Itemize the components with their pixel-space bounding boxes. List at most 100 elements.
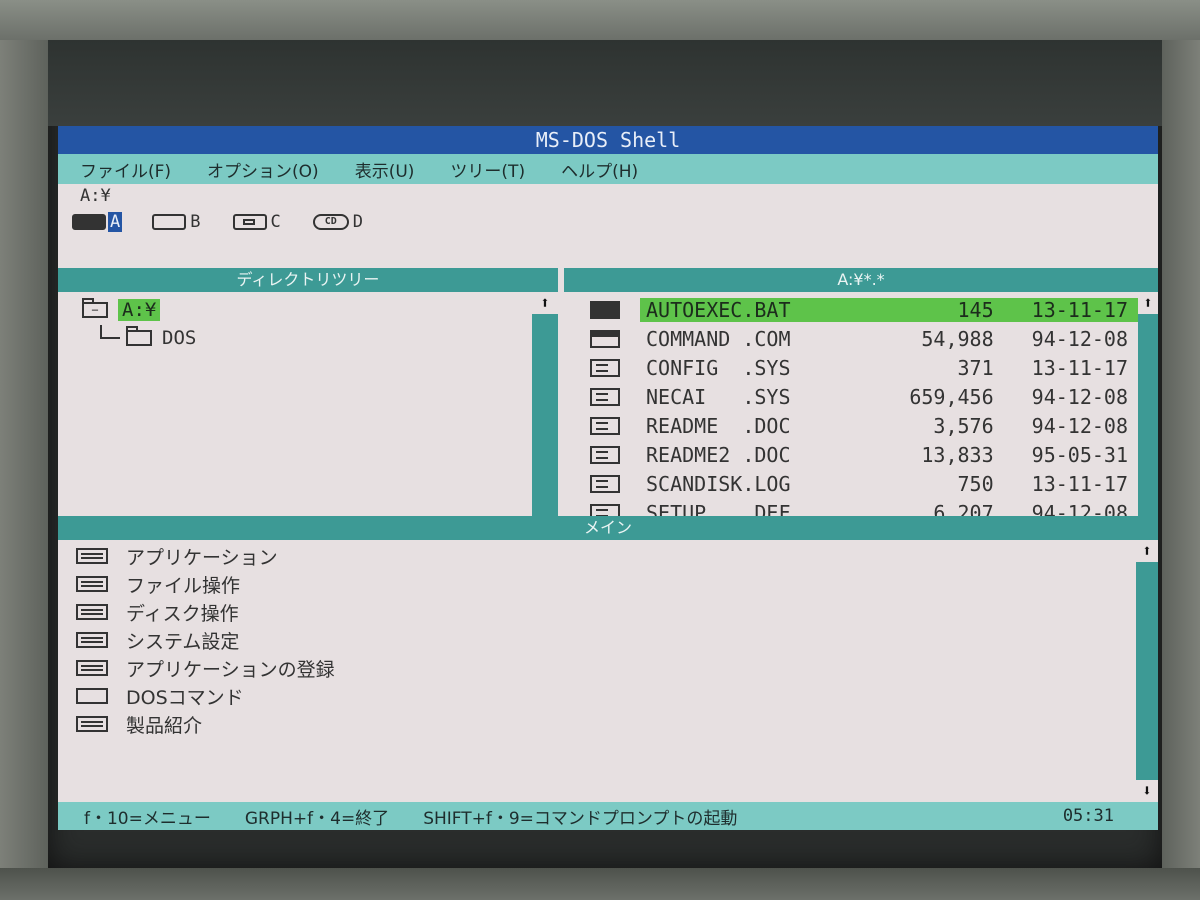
file-row[interactable]: CONFIG .SYS 371 13-11-17	[564, 354, 1138, 382]
file-date: 94-12-08	[1031, 385, 1128, 409]
program-item[interactable]: ディスク操作	[76, 598, 239, 626]
menu-tree[interactable]: ツリー(T)	[450, 157, 525, 182]
program-item[interactable]: アプリケーション	[76, 542, 278, 570]
directory-tree: − A:¥ DOS	[58, 292, 532, 550]
status-hint-prompt: SHIFT+f・9=コマンドプロンプトの起動	[423, 808, 738, 829]
program-icon	[76, 688, 108, 704]
tree-item-dos[interactable]: DOS	[100, 324, 196, 352]
folder-icon: −	[82, 298, 108, 318]
drive-list: A B C CD D	[72, 212, 395, 232]
document-file-icon	[590, 388, 620, 406]
file-date: 94-12-08	[1031, 327, 1128, 351]
program-group-icon	[76, 576, 108, 592]
tree-scrollbar[interactable]: ⬆ ⬇	[532, 292, 558, 550]
monitor-bezel-bottom	[0, 868, 1200, 900]
program-file-icon	[590, 301, 620, 319]
program-list-header: メイン	[58, 516, 1158, 540]
file-name: CONFIG .SYS	[646, 356, 791, 380]
file-name: SCANDISK.LOG	[646, 472, 791, 496]
monitor-bezel-left	[0, 40, 48, 900]
drive-a[interactable]: A	[72, 212, 123, 232]
program-item-label: アプリケーション	[126, 546, 278, 569]
program-item[interactable]: システム設定	[76, 626, 239, 654]
tree-item-label: A:¥	[118, 299, 161, 321]
drive-bar: A:¥ A B C CD D	[58, 184, 1158, 268]
current-path: A:¥	[80, 186, 111, 206]
floppy-drive-icon	[152, 214, 187, 230]
file-list-scrollbar[interactable]: ⬆ ⬇	[1138, 292, 1158, 550]
file-size: 145	[829, 298, 1000, 322]
tree-item-root[interactable]: − A:¥	[82, 296, 161, 324]
status-clock: 05:31	[1062, 806, 1114, 826]
program-item[interactable]: DOSコマンド	[76, 682, 244, 710]
drive-b[interactable]: B	[152, 212, 202, 232]
file-date: 13-11-17	[999, 298, 1138, 322]
document-file-icon	[590, 359, 620, 377]
file-size: 371	[957, 356, 994, 380]
program-item-label: システム設定	[126, 630, 240, 653]
file-size: 659,456	[909, 385, 994, 409]
program-item[interactable]: ファイル操作	[76, 570, 240, 598]
status-hint-menu: f・10=メニュー	[84, 808, 211, 829]
file-size: 3,576	[933, 414, 994, 438]
drive-letter: B	[190, 212, 201, 232]
directory-tree-header: ディレクトリツリー	[58, 268, 558, 292]
scroll-up-icon[interactable]: ⬆	[532, 292, 558, 314]
program-group-icon	[76, 604, 108, 620]
program-group-icon	[76, 716, 108, 732]
file-row[interactable]: AUTOEXEC.BAT 145 13-11-17	[564, 296, 1138, 324]
file-name: NECAI .SYS	[646, 385, 791, 409]
drive-letter: A	[108, 212, 123, 232]
folder-icon	[126, 326, 152, 346]
menu-help[interactable]: ヘルプ(H)	[561, 157, 638, 182]
program-item-label: DOSコマンド	[126, 686, 244, 709]
program-item[interactable]: アプリケーションの登録	[76, 654, 335, 682]
window-title: MS-DOS Shell	[58, 126, 1158, 154]
program-file-icon	[590, 330, 620, 348]
document-file-icon	[590, 417, 620, 435]
program-group-icon	[76, 548, 108, 564]
screen-top-border	[48, 40, 1162, 126]
file-name: README .DOC	[646, 414, 791, 438]
file-name: README2 .DOC	[646, 443, 791, 467]
file-size: 54,988	[921, 327, 994, 351]
file-name: AUTOEXEC.BAT	[640, 298, 830, 322]
drive-letter: C	[270, 212, 281, 232]
status-bar: f・10=メニュー GRPH+f・4=終了 SHIFT+f・9=コマンドプロンプ…	[58, 802, 1158, 830]
dos-shell-window: MS-DOS Shell ファイル(F) オプション(O) 表示(U) ツリー(…	[58, 126, 1158, 830]
file-date: 94-12-08	[1031, 414, 1128, 438]
drive-c[interactable]: C	[232, 212, 283, 232]
menu-bar: ファイル(F) オプション(O) 表示(U) ツリー(T) ヘルプ(H)	[58, 154, 1158, 184]
file-size: 13,833	[921, 443, 994, 467]
program-item-label: ディスク操作	[126, 602, 239, 625]
file-row[interactable]: README2 .DOC 13,833 95-05-31	[564, 441, 1138, 469]
program-item-label: ファイル操作	[126, 574, 241, 597]
drive-letter: D	[352, 212, 363, 232]
program-list: アプリケーション ファイル操作 ディスク操作 システム設定 アプリケーションの登…	[58, 540, 1136, 802]
program-item-label: アプリケーションの登録	[126, 658, 335, 681]
program-group-icon	[76, 632, 108, 648]
scroll-up-icon[interactable]: ⬆	[1136, 540, 1158, 562]
monitor-bezel-top	[0, 0, 1200, 40]
scroll-down-icon[interactable]: ⬇	[1136, 780, 1158, 802]
file-date: 95-05-31	[1031, 443, 1128, 467]
menu-options[interactable]: オプション(O)	[207, 157, 319, 182]
file-name: COMMAND .COM	[646, 327, 791, 351]
file-row[interactable]: NECAI .SYS 659,456 94-12-08	[564, 383, 1138, 411]
tree-connector	[100, 325, 120, 339]
cd-drive-icon: CD	[312, 214, 349, 230]
drive-d[interactable]: CD D	[312, 212, 365, 232]
program-item[interactable]: 製品紹介	[76, 710, 202, 738]
monitor-screen: MS-DOS Shell ファイル(F) オプション(O) 表示(U) ツリー(…	[48, 40, 1162, 868]
document-file-icon	[590, 446, 620, 464]
tree-item-label: DOS	[162, 327, 197, 349]
menu-file[interactable]: ファイル(F)	[80, 157, 171, 182]
file-row[interactable]: COMMAND .COM 54,988 94-12-08	[564, 325, 1138, 353]
file-row[interactable]: SCANDISK.LOG 750 13-11-17	[564, 470, 1138, 498]
file-row[interactable]: README .DOC 3,576 94-12-08	[564, 412, 1138, 440]
menu-view[interactable]: 表示(U)	[355, 157, 415, 182]
scroll-up-icon[interactable]: ⬆	[1138, 292, 1158, 314]
file-list: AUTOEXEC.BAT 145 13-11-17 COMMAND .COM 5…	[564, 292, 1138, 550]
monitor-bezel-right	[1162, 40, 1200, 900]
program-list-scrollbar[interactable]: ⬆ ⬇	[1136, 540, 1158, 802]
